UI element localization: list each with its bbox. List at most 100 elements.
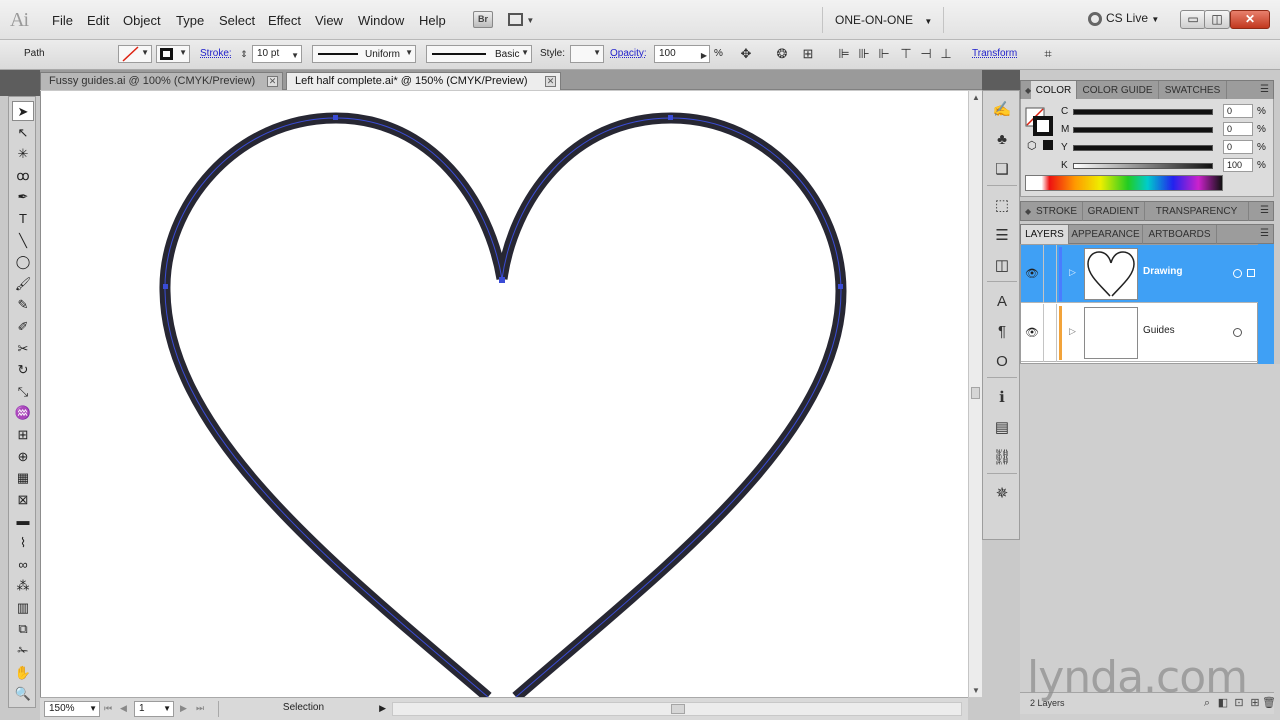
fill-swatch[interactable]: ▼	[118, 45, 152, 63]
delete-layer-icon[interactable]: 🗑	[1262, 696, 1276, 710]
info-icon[interactable]: ℹ	[991, 387, 1013, 409]
lock-toggle[interactable]	[1043, 245, 1057, 303]
tab-artboards[interactable]: ARTBOARDS	[1143, 225, 1217, 244]
hand-tool-icon[interactable]: ✋	[12, 663, 34, 683]
layer-row-guides[interactable]: 👁 ▷ Guides	[1021, 304, 1259, 362]
visibility-eye-icon[interactable]: 👁	[1025, 326, 1039, 339]
layer-name[interactable]: Guides	[1143, 325, 1175, 336]
cube-icon[interactable]: ⬡	[1027, 139, 1037, 152]
pathfinder-icon[interactable]: ◫	[991, 255, 1013, 277]
anchor-point[interactable]	[668, 115, 673, 120]
line-tool-icon[interactable]: ╲	[12, 231, 34, 251]
channel-slider[interactable]	[1073, 127, 1213, 133]
tab-fussy-guides[interactable]: Fussy guides.ai @ 100% (CMYK/Preview) ✕	[40, 72, 283, 90]
eyedropper-tool-icon[interactable]: ⌇	[12, 533, 34, 553]
menu-type[interactable]: Type	[176, 13, 204, 28]
symbol-sprayer-tool-icon[interactable]: ⁂	[12, 576, 34, 596]
heart-path[interactable]	[159, 112, 847, 697]
scroll-up-icon[interactable]: ▲	[972, 93, 980, 102]
brushes-icon[interactable]: ✍	[991, 99, 1013, 121]
blend-tool-icon[interactable]: ∞	[12, 555, 34, 575]
align-top-icon[interactable]: ⊤	[898, 46, 914, 62]
tab-stroke[interactable]: STROKE	[1031, 202, 1083, 221]
gradient-tool-icon[interactable]: ▬	[12, 511, 34, 531]
arrange-documents-button[interactable]: ▼	[508, 12, 542, 28]
close-window-button[interactable]: ✕	[1230, 10, 1270, 29]
last-artboard-icon[interactable]: ⏭	[196, 703, 204, 714]
menu-help[interactable]: Help	[419, 13, 446, 28]
selection-indicator-icon[interactable]	[1247, 269, 1255, 277]
stroke-panel-link[interactable]: Stroke:	[200, 48, 232, 59]
tab-appearance[interactable]: APPEARANCE	[1069, 225, 1143, 244]
pen-tool-icon[interactable]: ✒	[12, 187, 34, 207]
menu-effect[interactable]: Effect	[268, 13, 301, 28]
tab-color-guide[interactable]: COLOR GUIDE	[1077, 81, 1159, 100]
align-icon[interactable]: ☰	[991, 225, 1013, 247]
type-tool-icon[interactable]: T	[12, 209, 34, 229]
stroke-weight-field[interactable]: 10 pt ▼	[252, 45, 302, 63]
target-circle-icon[interactable]	[1233, 269, 1242, 278]
align-middle-icon[interactable]: ⊣	[918, 46, 934, 62]
menu-view[interactable]: View	[315, 13, 343, 28]
artboard-canvas[interactable]	[40, 91, 968, 697]
previous-artboard-icon[interactable]: ◀	[120, 703, 127, 714]
lasso-tool-icon[interactable]: ꝏ	[12, 166, 34, 186]
perspective-grid-tool-icon[interactable]: ▦	[12, 468, 34, 488]
artboard-number-field[interactable]: 1 ▼	[134, 701, 174, 717]
color-spectrum-ramp[interactable]	[1025, 175, 1223, 191]
channel-value-field[interactable]: 100	[1223, 158, 1253, 172]
stepper-icon[interactable]: ⇕	[236, 46, 252, 62]
menu-select[interactable]: Select	[219, 13, 255, 28]
target-circle-icon[interactable]	[1233, 328, 1242, 337]
transform-options-icon[interactable]: ⌗	[1040, 46, 1056, 62]
anchor-point[interactable]	[838, 284, 843, 289]
brush-definition-select[interactable]: Basic ▼	[426, 45, 532, 63]
expand-triangle-icon[interactable]: ▷	[1069, 326, 1076, 337]
expand-triangle-icon[interactable]: ▷	[1069, 267, 1076, 278]
menu-object[interactable]: Object	[123, 13, 161, 28]
transform-icon[interactable]: ⬚	[991, 195, 1013, 217]
scroll-thumb[interactable]	[671, 704, 685, 714]
align-left-icon[interactable]: ⊫	[836, 46, 852, 62]
close-icon[interactable]: ✕	[267, 76, 278, 87]
opentype-icon[interactable]: O	[991, 351, 1013, 373]
toolbox-header[interactable]	[0, 70, 40, 96]
anchor-point[interactable]	[499, 277, 505, 283]
canvas-vertical-scrollbar[interactable]: ▲ ▼	[968, 91, 982, 697]
magic-wand-tool-icon[interactable]: ✳	[12, 144, 34, 164]
shape-builder-tool-icon[interactable]: ⊕	[12, 447, 34, 467]
restore-button[interactable]: ◫	[1204, 10, 1230, 29]
isolate-object-icon[interactable]: ❂	[774, 46, 790, 62]
visibility-eye-icon[interactable]: 👁	[1025, 267, 1039, 280]
direct-selection-tool-icon[interactable]: ↖	[12, 123, 34, 143]
symbols-icon[interactable]: ♣	[991, 129, 1013, 151]
layer-name[interactable]: Drawing	[1143, 266, 1182, 277]
paragraph-icon[interactable]: ¶	[991, 321, 1013, 343]
menu-file[interactable]: File	[52, 13, 73, 28]
opacity-panel-link[interactable]: Opacity:	[610, 48, 647, 59]
pencil-tool-icon[interactable]: ✎	[12, 295, 34, 315]
scale-tool-icon[interactable]: ⤡	[12, 382, 34, 402]
black-swatch-icon[interactable]	[1043, 140, 1053, 150]
rotate-tool-icon[interactable]: ↻	[12, 360, 34, 380]
cs-live-menu[interactable]: CS Live ▼	[1088, 11, 1159, 26]
layer-row-drawing[interactable]: 👁 ▷ Drawing	[1021, 245, 1259, 303]
zoom-level-field[interactable]: 150% ▼	[44, 701, 100, 717]
variable-width-profile-select[interactable]: Uniform ▼	[312, 45, 416, 63]
anchor-point[interactable]	[163, 284, 168, 289]
mesh-tool-icon[interactable]: ⊠	[12, 490, 34, 510]
blob-brush-tool-icon[interactable]: ✐	[12, 317, 34, 337]
tab-transparency[interactable]: TRANSPARENCY	[1145, 202, 1249, 221]
close-icon[interactable]: ✕	[545, 76, 556, 87]
layers-scrollbar[interactable]	[1258, 244, 1274, 364]
zoom-tool-icon[interactable]: 🔍	[12, 684, 34, 704]
stroke-swatch[interactable]: ▼	[156, 45, 190, 63]
next-artboard-icon[interactable]: ▶	[180, 703, 187, 714]
menu-edit[interactable]: Edit	[87, 13, 109, 28]
align-bottom-icon[interactable]: ⊥	[938, 46, 954, 62]
graph-tool-icon[interactable]: ▥	[12, 598, 34, 618]
canvas-horizontal-scrollbar[interactable]	[392, 702, 962, 716]
status-readout[interactable]: Selection ▶	[218, 701, 388, 717]
bridge-button[interactable]: Br	[473, 11, 493, 28]
links-icon[interactable]: ⛓	[991, 447, 1013, 469]
